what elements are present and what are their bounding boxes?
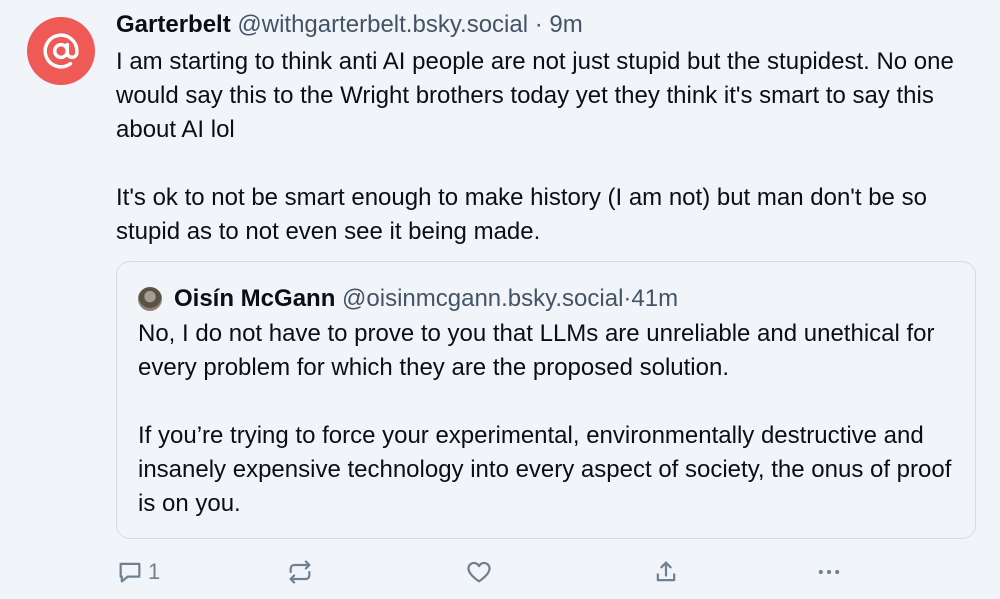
quoted-post-header: Oisín McGann @oisinmcgann.bsky.social · … bbox=[138, 282, 678, 316]
more-icon bbox=[818, 569, 840, 575]
author-display-name[interactable]: Garterbelt bbox=[116, 11, 231, 38]
author-handle[interactable]: @withgarterbelt.bsky.social bbox=[237, 11, 528, 38]
post-time[interactable]: 9m bbox=[549, 11, 582, 38]
repost-button[interactable] bbox=[286, 555, 314, 589]
share-button[interactable] bbox=[652, 555, 680, 589]
post-actions: 1 bbox=[116, 555, 844, 589]
quoted-header-separator: · bbox=[623, 285, 632, 312]
reply-icon bbox=[119, 562, 141, 583]
reply-count: 1 bbox=[148, 559, 161, 584]
more-options-button[interactable] bbox=[815, 555, 843, 589]
author-avatar[interactable] bbox=[27, 17, 95, 85]
post-text: I am starting to think anti AI people ar… bbox=[116, 45, 986, 249]
quoted-author-avatar[interactable] bbox=[138, 287, 162, 311]
header-separator: · bbox=[528, 11, 550, 38]
quoted-post-time[interactable]: 41m bbox=[631, 282, 678, 316]
reply-button[interactable]: 1 bbox=[116, 555, 160, 589]
quoted-author-handle[interactable]: @oisinmcgann.bsky.social bbox=[342, 282, 623, 316]
quoted-author-display-name[interactable]: Oisín McGann bbox=[174, 282, 335, 316]
post-paragraph: It's ok to not be smart enough to make h… bbox=[116, 184, 927, 245]
quoted-paragraph: If you’re trying to force your experimen… bbox=[138, 422, 952, 517]
quoted-post-card[interactable]: Oisín McGann @oisinmcgann.bsky.social · … bbox=[116, 261, 976, 539]
quoted-paragraph: No, I do not have to prove to you that L… bbox=[138, 320, 935, 381]
at-sign-icon bbox=[43, 33, 79, 69]
like-icon bbox=[467, 561, 491, 583]
quoted-post-text: No, I do not have to prove to you that L… bbox=[138, 317, 968, 521]
like-button[interactable] bbox=[465, 555, 493, 589]
share-icon bbox=[656, 561, 676, 582]
post: Garterbelt @withgarterbelt.bsky.social ·… bbox=[116, 8, 986, 249]
post-header: Garterbelt @withgarterbelt.bsky.social ·… bbox=[116, 8, 986, 42]
post-paragraph: I am starting to think anti AI people ar… bbox=[116, 48, 954, 143]
repost-icon bbox=[289, 560, 311, 584]
